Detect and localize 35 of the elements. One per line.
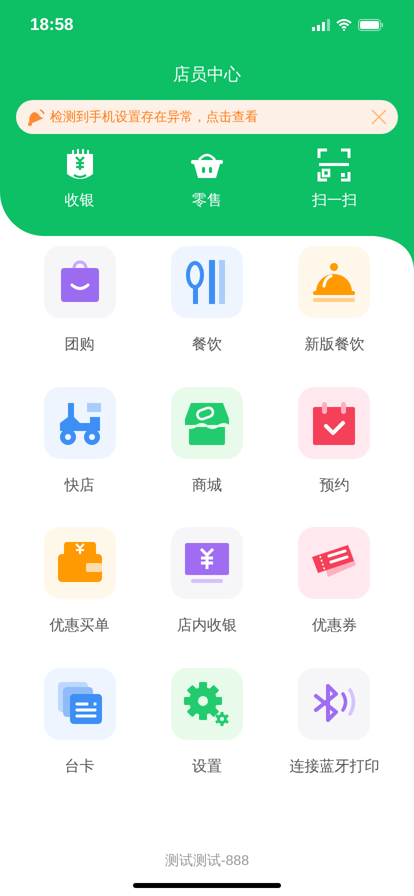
feature-label: 优惠买单 — [50, 616, 110, 636]
feature-label: 台卡 — [64, 756, 95, 776]
scan-icon — [317, 148, 352, 182]
status-time: 18:58 — [30, 14, 74, 36]
feature-label: 优惠券 — [312, 616, 357, 636]
account-label: 测试测试-888 — [164, 851, 250, 870]
feature-button[interactable]: 餐饮 — [143, 246, 271, 356]
feature-button[interactable]: 店内收银 — [143, 527, 271, 638]
feature-button[interactable]: 新版餐饮 — [270, 246, 398, 356]
feature-label: 商城 — [192, 476, 222, 496]
wifi-icon — [336, 19, 352, 31]
feature-label: 新版餐饮 — [304, 335, 364, 355]
feature-label: 连接蓝牙打印 — [289, 756, 380, 776]
feature-label: 团购 — [64, 335, 95, 355]
close-icon — [371, 108, 387, 124]
feature-label: 快店 — [64, 476, 95, 496]
feature-label: 店内收银 — [176, 616, 237, 636]
page-title: 店员中心 — [173, 64, 241, 86]
feature-button[interactable]: 预约 — [270, 386, 398, 497]
feature-button[interactable]: 连接蓝牙打印 — [270, 668, 398, 778]
warning-text: 检测到手机设置存在异常，点击查看 — [50, 108, 259, 126]
feature-button[interactable]: 快店 — [16, 386, 144, 497]
feature-button[interactable]: 优惠券 — [270, 527, 398, 638]
feature-button[interactable]: 优惠买单 — [16, 527, 144, 638]
feature-label: 餐饮 — [192, 335, 222, 355]
feature-button[interactable]: 台卡 — [16, 668, 144, 778]
feature-label: 预约 — [319, 476, 350, 496]
battery-icon — [358, 19, 384, 31]
signal-icon — [312, 19, 330, 31]
feature-button[interactable]: 商城 — [143, 386, 271, 497]
gear-icon — [182, 680, 231, 728]
feature-button[interactable]: 设置 — [143, 668, 271, 778]
close-button[interactable] — [370, 108, 388, 126]
feature-button[interactable]: 团购 — [16, 246, 144, 356]
feature-label: 设置 — [192, 756, 222, 776]
